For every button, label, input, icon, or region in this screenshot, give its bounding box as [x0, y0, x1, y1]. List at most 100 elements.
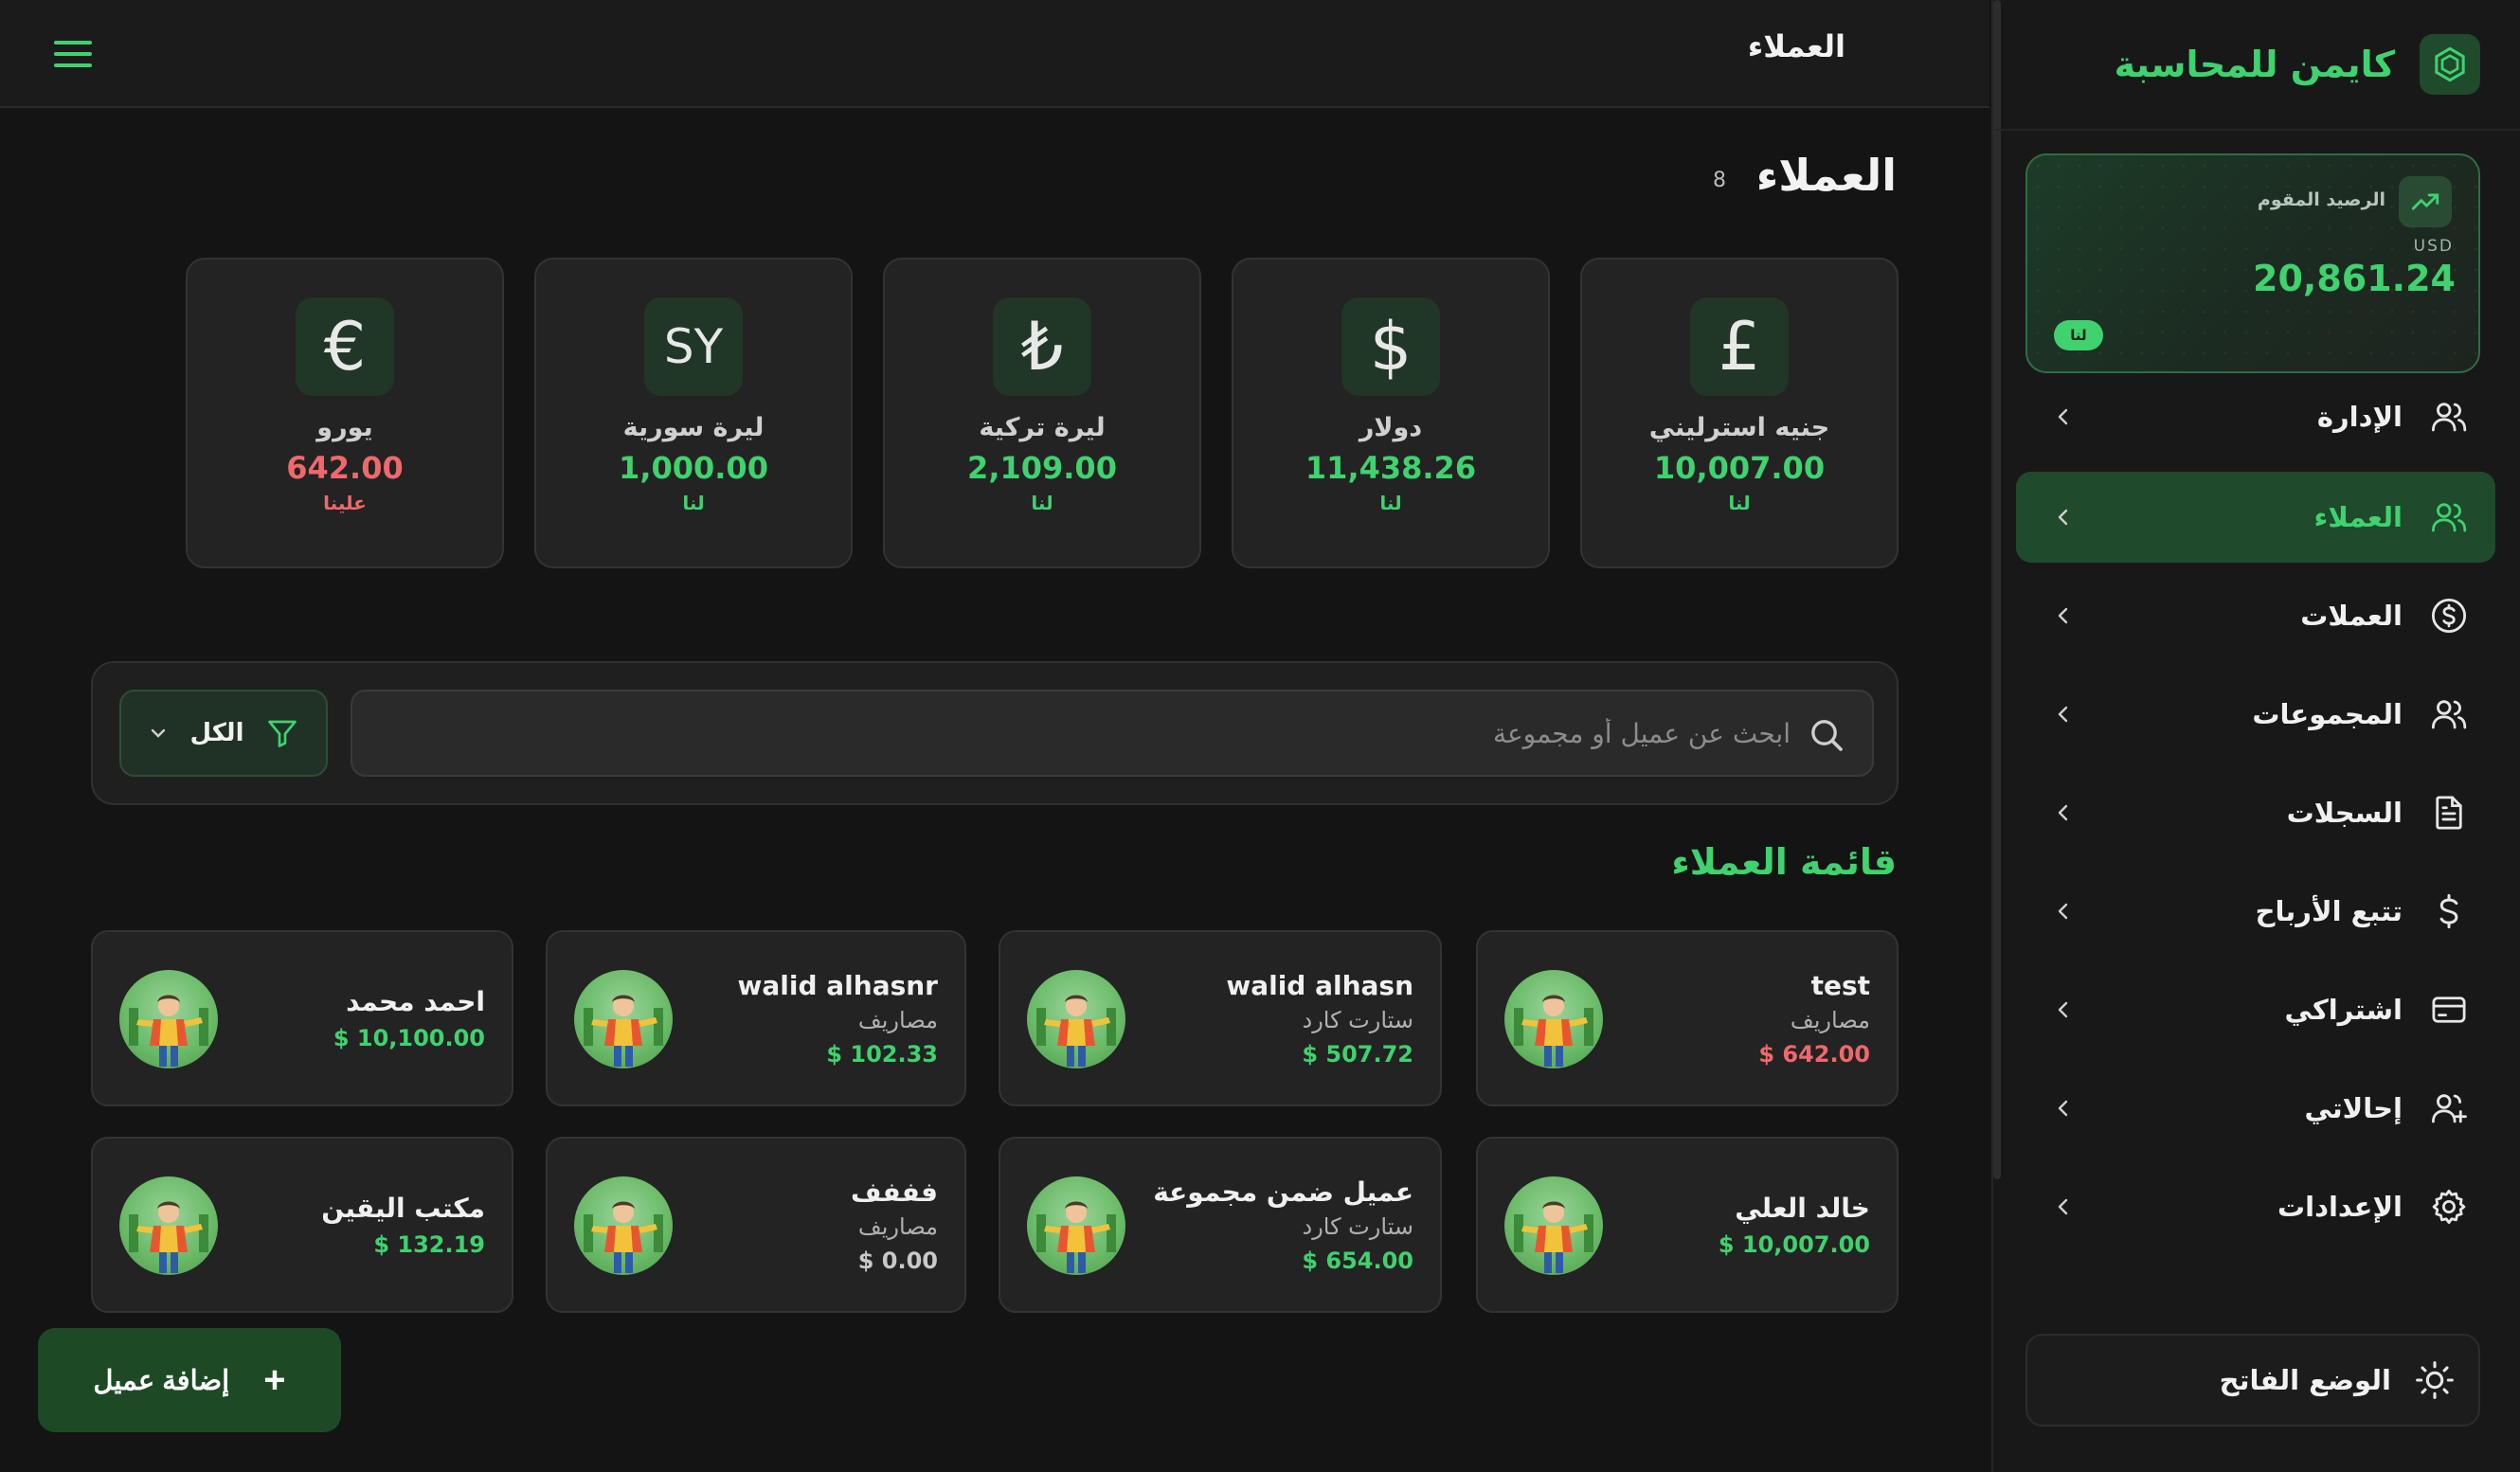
avatar [1027, 970, 1125, 1068]
client-group: ستارت كارد [1302, 1212, 1414, 1240]
client-info: مكتب اليقين $ 132.19 [321, 1139, 485, 1311]
client-info: فففف مصاريف $ 0.00 [851, 1139, 938, 1311]
currency-status: لنا [682, 492, 705, 514]
client-list-title: قائمة العملاء [1671, 841, 1897, 883]
users-icon [2427, 495, 2471, 539]
currency-name: يورو [316, 413, 373, 442]
sidebar-item-label: الإدارة [2316, 401, 2403, 433]
client-name: احمد محمد [346, 985, 485, 1017]
balance-badge: لنا [2054, 320, 2103, 350]
topbar-title: العملاء [1747, 28, 1845, 64]
search-icon [1811, 720, 1843, 751]
client-group: مصاريف [857, 1006, 938, 1033]
light-mode-label: الوضع الفاتح [2219, 1364, 2391, 1396]
client-card[interactable]: test مصاريف $ 642.00 [1476, 930, 1899, 1106]
avatar [1504, 1176, 1603, 1275]
sidebar-item-1[interactable]: الإدارة [2016, 371, 2495, 462]
client-name: walid alhasnr [737, 969, 938, 1001]
client-info: احمد محمد $ 10,100.00 [333, 932, 485, 1104]
avatar [1027, 1176, 1125, 1275]
chevron-left-icon [2050, 898, 2077, 924]
client-info: عميل ضمن مجموعة ستارت كارد $ 654.00 [1153, 1139, 1413, 1311]
currency-name: جنيه استرليني [1648, 413, 1830, 442]
sidebar-item-2[interactable]: العملاء [2016, 472, 2495, 563]
chevron-left-icon [2050, 602, 2077, 629]
sidebar-item-label: اشتراكي [2284, 994, 2403, 1026]
sidebar-item-5[interactable]: السجلات [2016, 767, 2495, 858]
search-box [351, 690, 1874, 777]
menu-icon[interactable] [51, 32, 95, 76]
add-client-button[interactable]: إضافة عميل + [38, 1328, 341, 1432]
avatar [574, 1176, 673, 1275]
sidebar-item-label: الإعدادات [2277, 1191, 2403, 1223]
sidebar-item-3[interactable]: العملات [2016, 570, 2495, 661]
filter-bar: الكل [91, 661, 1899, 805]
client-balance: $ 10,100.00 [333, 1024, 485, 1051]
chevron-left-icon [2050, 404, 2077, 430]
currency-status: لنا [1728, 492, 1751, 514]
chevron-down-icon [152, 728, 166, 738]
brand-name: كايمن للمحاسبة [2114, 44, 2395, 85]
dollar-icon [2427, 889, 2471, 933]
client-card[interactable]: walid alhasn ستارت كارد $ 507.72 [999, 930, 1442, 1106]
page-title: العملاء [1755, 150, 1897, 201]
client-card[interactable]: عميل ضمن مجموعة ستارت كارد $ 654.00 [999, 1137, 1442, 1313]
client-info: test مصاريف $ 642.00 [1758, 932, 1870, 1104]
client-name: test [1810, 969, 1870, 1001]
currency-status: لنا [1379, 492, 1402, 514]
currency-status: لنا [1031, 492, 1053, 514]
client-name: مكتب اليقين [321, 1192, 485, 1224]
filter-icon [267, 720, 297, 747]
users-icon [2427, 395, 2471, 439]
sidebar-item-6[interactable]: تتبع الأرباح [2016, 866, 2495, 957]
user-plus-icon [2427, 1086, 2471, 1130]
currency-card[interactable]: ₺ ليرة تركية 2,109.00 لنا [883, 258, 1201, 568]
sidebar-item-label: العملاء [2313, 501, 2403, 533]
search-input[interactable] [352, 691, 1872, 775]
client-card[interactable]: مكتب اليقين $ 132.19 [91, 1137, 513, 1313]
sidebar-item-8[interactable]: إحالاتي [2016, 1063, 2495, 1154]
chevron-left-icon [2050, 701, 2077, 727]
client-card[interactable]: فففف مصاريف $ 0.00 [546, 1137, 966, 1313]
currency-name: ليرة تركية [979, 413, 1106, 442]
client-balance: $ 0.00 [857, 1247, 938, 1274]
client-balance: $ 654.00 [1302, 1247, 1413, 1274]
light-mode-toggle[interactable]: الوضع الفاتح [2025, 1334, 2480, 1427]
sidebar-item-4[interactable]: المجموعات [2016, 669, 2495, 760]
users-icon [2427, 692, 2471, 736]
currency-symbol-icon: $ [1341, 297, 1440, 396]
sidebar-item-label: العملات [2300, 600, 2403, 632]
currency-symbol-icon: ₺ [993, 297, 1091, 396]
sidebar-scrollbar[interactable] [1993, 0, 2001, 1179]
client-balance: $ 642.00 [1758, 1040, 1870, 1068]
client-card[interactable]: احمد محمد $ 10,100.00 [91, 930, 513, 1106]
brand-header: كايمن للمحاسبة [1993, 0, 2520, 131]
sun-icon [2416, 1361, 2454, 1399]
sidebar-item-9[interactable]: الإعدادات [2016, 1161, 2495, 1252]
currency-symbol-icon: € [296, 297, 394, 396]
avatar [574, 970, 673, 1068]
client-name: walid alhasn [1226, 969, 1413, 1001]
currency-card[interactable]: SY ليرة سورية 1,000.00 لنا [534, 258, 853, 568]
document-icon [2427, 791, 2471, 835]
currency-card[interactable]: $ دولار 11,438.26 لنا [1232, 258, 1550, 568]
currency-amount: 10,007.00 [1653, 450, 1826, 486]
sidebar-item-7[interactable]: اشتراكي [2016, 964, 2495, 1055]
avatar [119, 1176, 218, 1275]
client-info: walid alhasnr مصاريف $ 102.33 [738, 932, 938, 1104]
sidebar-item-label: إحالاتي [2304, 1092, 2403, 1124]
card-icon [2427, 988, 2471, 1032]
avatar [1504, 970, 1603, 1068]
client-card[interactable]: walid alhasnr مصاريف $ 102.33 [546, 930, 966, 1106]
client-card[interactable]: خالد العلي $ 10,007.00 [1476, 1137, 1899, 1313]
currency-name: دولار [1359, 413, 1423, 442]
client-group: مصاريف [1790, 1006, 1870, 1033]
balance-amount: 20,861.24 [2253, 258, 2456, 299]
client-count: 8 [1713, 169, 1726, 192]
filter-dropdown[interactable]: الكل [119, 690, 328, 777]
client-info: خالد العلي $ 10,007.00 [1719, 1139, 1870, 1311]
client-name: عميل ضمن مجموعة [1153, 1176, 1413, 1208]
currency-card[interactable]: £ جنيه استرليني 10,007.00 لنا [1580, 258, 1899, 568]
client-name: فففف [851, 1176, 938, 1208]
currency-card[interactable]: € يورو 642.00 علينا [186, 258, 504, 568]
